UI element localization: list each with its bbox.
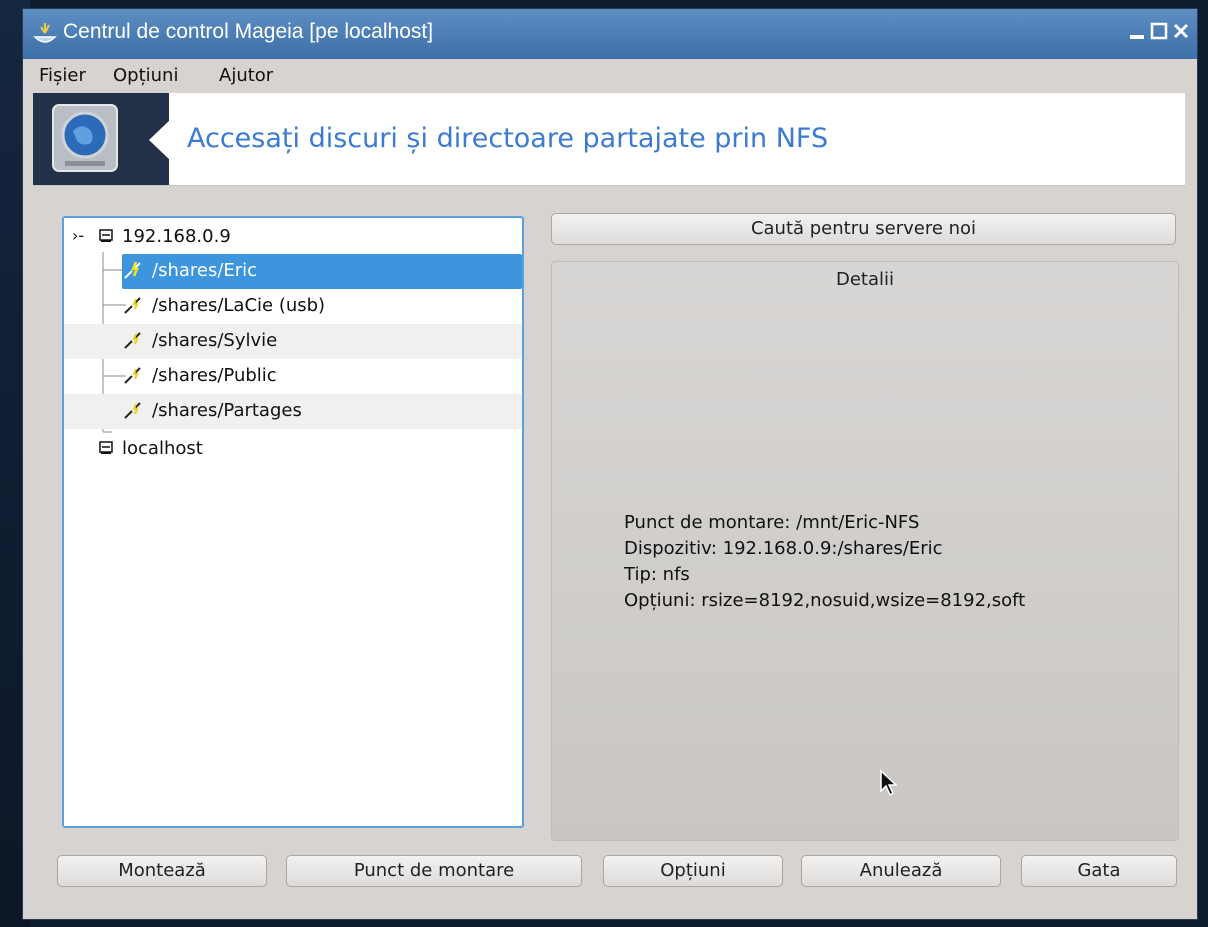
tree-row-share-partages[interactable]: /shares/Partages [64, 394, 522, 429]
detail-device: Dispozitiv: 192.168.0.9:/shares/Eric [624, 538, 943, 559]
details-text: Punct de montare: /mnt/Eric-NFS Dispozit… [624, 510, 1025, 614]
detail-type: Tip: nfs [624, 564, 690, 585]
localhost-label: localhost [122, 438, 203, 459]
search-servers-button[interactable]: Caută pentru servere noi [551, 213, 1176, 245]
window-title: Centrul de control Mageia [pe localhost] [63, 20, 434, 43]
share-label: /shares/Partages [152, 400, 302, 421]
nfs-share-icon [124, 332, 141, 349]
nfs-share-icon [124, 367, 141, 384]
nfs-share-icon [124, 261, 141, 279]
share-label: /shares/Public [152, 365, 277, 386]
tree-row-share-public[interactable]: /shares/Public [64, 359, 522, 394]
app-window: Centrul de control Mageia [pe localhost]… [22, 8, 1198, 920]
menu-file[interactable]: Fișier [39, 65, 86, 86]
menu-options[interactable]: Opțiuni [113, 65, 178, 86]
details-panel: Detalii Punct de montare: /mnt/Eric-NFS … [551, 261, 1179, 841]
tree-row-share-sylvie[interactable]: /shares/Sylvie [64, 324, 522, 359]
detail-options: Opțiuni: rsize=8192,nosuid,wsize=8192,so… [624, 590, 1026, 611]
menu-bar: Fișier Opțiuni Ajutor [23, 59, 1197, 93]
share-label: /shares/Eric [152, 260, 258, 281]
share-label: /shares/Sylvie [152, 330, 278, 351]
tree-row-share-lacie[interactable]: /shares/LaCie (usb) [64, 289, 522, 324]
done-button[interactable]: Gata [1021, 855, 1177, 887]
server-tree[interactable]: ›- 192.168.0.9 /shares/Eric /shares/LaCi [62, 216, 524, 828]
menu-help[interactable]: Ajutor [219, 65, 273, 86]
cancel-button[interactable]: Anulează [801, 855, 1001, 887]
server-name: 192.168.0.9 [122, 226, 231, 247]
close-icon[interactable] [1171, 21, 1191, 41]
options-button[interactable]: Opțiuni [603, 855, 783, 887]
minimize-icon[interactable] [1127, 21, 1147, 41]
tree-row-server[interactable]: ›- 192.168.0.9 [64, 220, 522, 255]
computer-icon [99, 229, 113, 242]
computer-icon [99, 441, 113, 454]
mount-button[interactable]: Montează [57, 855, 267, 887]
maximize-icon[interactable] [1149, 21, 1169, 41]
details-title: Detalii [835, 269, 895, 290]
tree-row-share-eric[interactable]: /shares/Eric [122, 254, 522, 289]
collapse-arrow-icon[interactable]: ›- [72, 226, 84, 245]
page-title: Accesați discuri și directoare partajate… [187, 123, 829, 154]
title-bar[interactable]: Centrul de control Mageia [pe localhost] [23, 9, 1197, 59]
header-banner: Accesați discuri și directoare partajate… [33, 93, 1185, 186]
mount-point-button[interactable]: Punct de montare [286, 855, 582, 887]
banner-arrow [149, 119, 171, 161]
mageia-cauldron-icon [33, 23, 57, 43]
tree-row-localhost[interactable]: localhost [64, 432, 522, 467]
mouse-pointer-icon [880, 769, 898, 797]
network-drive-icon [52, 104, 118, 172]
share-label: /shares/LaCie (usb) [152, 295, 326, 316]
nfs-share-icon [124, 402, 141, 419]
nfs-share-icon [124, 297, 141, 314]
detail-mount-point: Punct de montare: /mnt/Eric-NFS [624, 512, 920, 533]
